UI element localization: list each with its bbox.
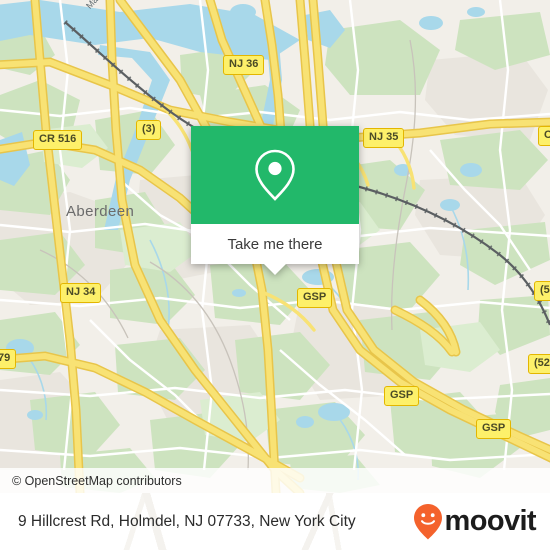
route-shield-c-clipped: C — [538, 126, 550, 146]
moovit-map-screenshot: Aberdeen Matawan Creek NJ 36 CR 516 (3) … — [0, 0, 550, 550]
popup-action-bar[interactable]: Take me there — [191, 224, 359, 275]
popup-tail-pointer — [264, 264, 286, 275]
route-shield-nj-35: NJ 35 — [363, 128, 405, 148]
route-shield-nj-36: NJ 36 — [223, 55, 265, 75]
route-shield-gsp-3: GSP — [476, 419, 512, 439]
address-label: 9 Hillcrest Rd, Holmdel, NJ 07733, New Y… — [18, 512, 356, 530]
location-pin-icon — [255, 149, 295, 201]
route-shield-79-clipped: 79 — [0, 349, 17, 369]
location-popup-card[interactable]: Take me there — [191, 126, 359, 275]
route-shield-3: (3) — [136, 120, 162, 140]
route-shield-52-clipped: (52 — [528, 354, 550, 374]
moovit-logo: moovit — [413, 503, 537, 541]
take-me-there-label: Take me there — [227, 235, 323, 253]
popup-header — [191, 126, 359, 224]
bottom-info-bar: 9 Hillcrest Rd, Holmdel, NJ 07733, New Y… — [0, 493, 550, 550]
route-shield-5-clipped: (5 — [534, 281, 550, 301]
map-canvas[interactable]: Aberdeen Matawan Creek NJ 36 CR 516 (3) … — [0, 0, 550, 493]
route-shield-gsp-1: GSP — [297, 288, 333, 308]
map-attribution-bar: © OpenStreetMap contributors — [0, 468, 550, 493]
route-shield-gsp-2: GSP — [384, 386, 420, 406]
route-shield-nj-34: NJ 34 — [60, 283, 102, 303]
osm-attribution-text: © OpenStreetMap contributors — [12, 473, 182, 488]
route-shield-cr-516: CR 516 — [33, 130, 83, 150]
moovit-wordmark: moovit — [444, 505, 537, 537]
moovit-smiley-pin-icon — [413, 503, 442, 539]
